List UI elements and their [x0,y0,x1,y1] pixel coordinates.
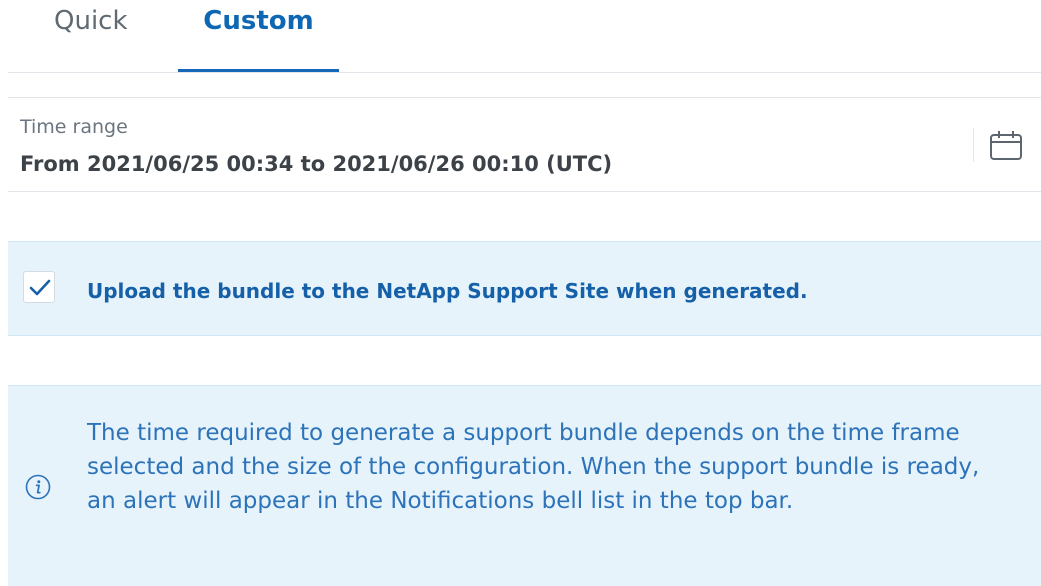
tab-bar: Quick Custom [8,0,1041,73]
calendar-icon[interactable] [988,128,1024,164]
tab-custom[interactable]: Custom [178,0,339,72]
field-divider [973,128,974,162]
tab-quick[interactable]: Quick [36,0,164,72]
info-text: The time required to generate a support … [87,420,980,514]
info-icon [25,474,51,500]
info-notice: The time required to generate a support … [8,385,1041,586]
tab-custom-label: Custom [203,6,314,36]
time-range-value: From 2021/06/25 00:34 to 2021/06/26 00:1… [20,152,613,176]
upload-option-banner: Upload the bundle to the NetApp Support … [8,241,1041,336]
time-range-label: Time range [20,116,128,138]
tab-quick-label: Quick [54,6,128,36]
tabs-divider [8,72,1041,73]
upload-checkbox[interactable] [23,271,55,303]
support-bundle-panel: Quick Custom Time range From 2021/06/25 … [0,0,1041,586]
time-range-field[interactable]: Time range From 2021/06/25 00:34 to 2021… [8,97,1041,192]
upload-checkbox-label[interactable]: Upload the bundle to the NetApp Support … [87,279,808,303]
checkmark-icon [29,279,51,296]
